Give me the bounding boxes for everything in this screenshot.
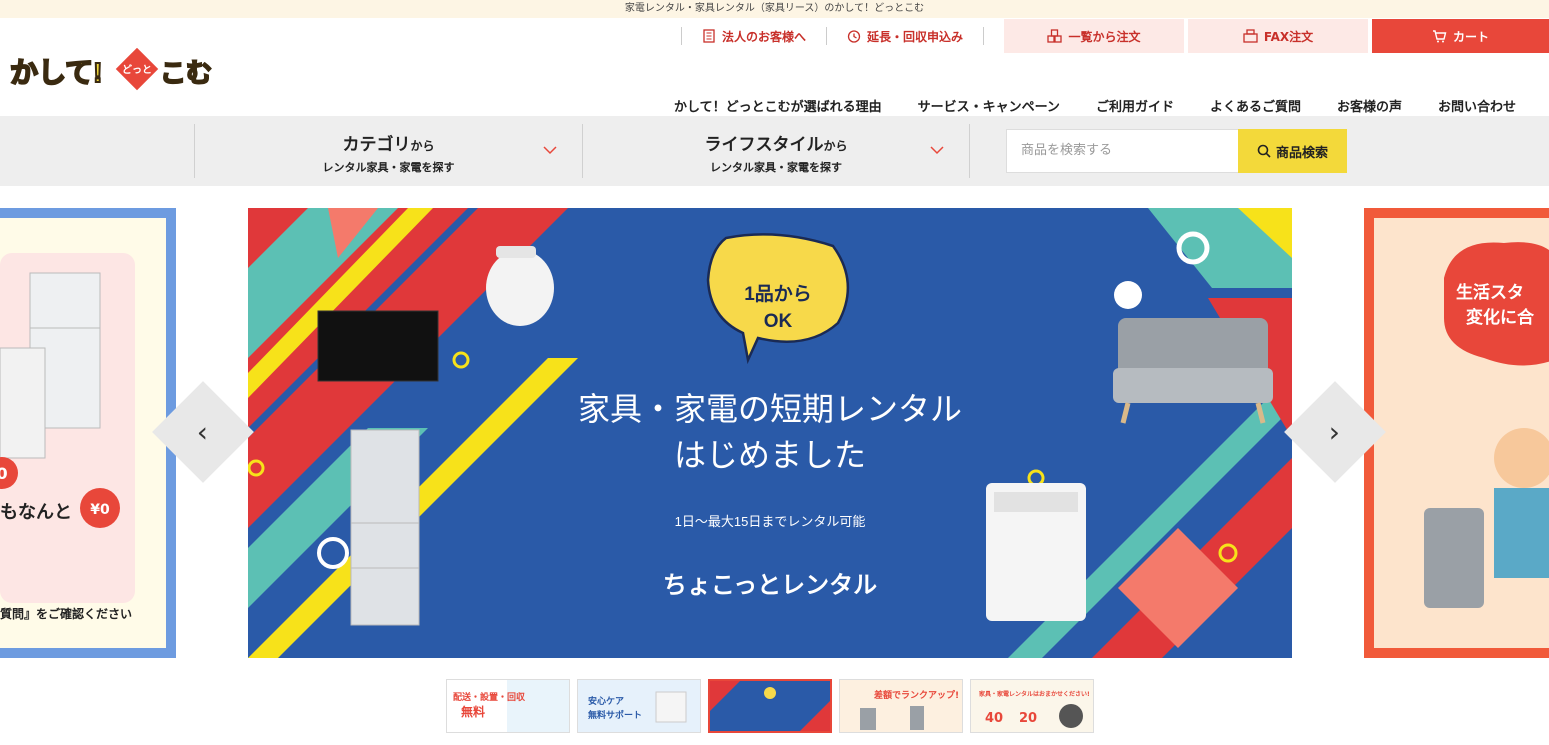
carousel-slide-prev[interactable]: 0 もなんと ¥0 質問』をご確認ください bbox=[0, 208, 176, 658]
utility-nav: 法人のお客様へ 延長・回収申込み 一覧から注文 FAX注文 カート bbox=[680, 18, 1549, 54]
next-slide-art: 生活スタ 変化に合 bbox=[1374, 218, 1549, 648]
thumbnail-5-text-1: 家具・家電レンタルはおまかせください! bbox=[979, 690, 1090, 698]
prev-slide-art: 0 もなんと ¥0 質問』をご確認ください bbox=[0, 253, 135, 621]
next-slide-text-1: 生活スタ bbox=[1456, 282, 1524, 302]
util-divider bbox=[983, 27, 1000, 45]
search-bar: カテゴリから レンタル家具・家電を探す ライフスタイルから レンタル家具・家電を… bbox=[0, 116, 1549, 186]
thumbnail-2[interactable]: 安心ケア無料サポート bbox=[577, 679, 701, 733]
clock-icon bbox=[847, 30, 861, 43]
nav-faq[interactable]: よくあるご質問 bbox=[1210, 96, 1301, 115]
carousel-slide-next[interactable]: 生活スタ 変化に合 bbox=[1364, 208, 1549, 658]
hero-carousel: 0 もなんと ¥0 質問』をご確認ください bbox=[0, 186, 1549, 661]
nav-reasons[interactable]: かして！どっとこむが選ばれる理由 bbox=[674, 96, 882, 115]
list-order-button[interactable]: 一覧から注文 bbox=[1004, 19, 1184, 53]
nav-voice[interactable]: お客様の声 bbox=[1337, 96, 1402, 115]
search-input[interactable]: 商品を検索する bbox=[1006, 129, 1239, 173]
corporate-link-label: 法人のお客様へ bbox=[721, 29, 806, 44]
banner-headline-2: はじめました bbox=[674, 437, 866, 473]
chevron-left-icon: ‹ bbox=[197, 415, 209, 449]
next-slide-text-2: 変化に合 bbox=[1466, 307, 1535, 327]
thumbnail-2-text-1: 安心ケア bbox=[588, 695, 624, 707]
thumbnail-1[interactable]: 配送・設置・回収 無料 bbox=[446, 679, 570, 733]
prev-price-badge: 0 bbox=[0, 464, 8, 483]
lifestyle-selector[interactable]: ライフスタイルから レンタル家具・家電を探す bbox=[582, 124, 970, 178]
thumbnail-5-text-3: 20 bbox=[1019, 711, 1037, 726]
main-banner-art: 1品から OK 家具・家電の短期レンタル はじめました 1日〜最大15日までレン… bbox=[248, 208, 1292, 658]
carousel-thumbnails: 配送・設置・回収 無料 安心ケア無料サポート 差額でランクアップ! 家具・家電レン… bbox=[446, 679, 1094, 733]
thumbnail-3-active[interactable] bbox=[708, 679, 832, 733]
category-selector[interactable]: カテゴリから レンタル家具・家電を探す bbox=[194, 124, 582, 178]
global-nav: かして！どっとこむが選ばれる理由 サービス・キャンペーン ご利用ガイド よくある… bbox=[674, 96, 1516, 115]
category-sub: レンタル家具・家電を探す bbox=[322, 161, 455, 174]
thumbnail-2-text-2: 無料サポート bbox=[588, 709, 642, 721]
carousel-slide-main[interactable]: 1品から OK 家具・家電の短期レンタル はじめました 1日〜最大15日までレン… bbox=[248, 208, 1292, 658]
thumbnail-4[interactable]: 差額でランクアップ! bbox=[839, 679, 963, 733]
thumbnail-5-art: 家具・家電レンタルはおまかせください! 40 20 bbox=[971, 680, 1093, 732]
thumbnail-1-text-2: 無料 bbox=[461, 704, 485, 719]
banner-brand: ちょこっとレンタル bbox=[663, 572, 877, 599]
fax-order-button[interactable]: FAX注文 bbox=[1188, 19, 1368, 53]
corporate-link[interactable]: 法人のお客様へ bbox=[680, 27, 826, 45]
extension-link-label: 延長・回収申込み bbox=[866, 29, 963, 44]
thumbnail-2-art: 安心ケア無料サポート bbox=[578, 680, 700, 732]
chevron-down-icon bbox=[543, 146, 557, 155]
thumbnail-4-art: 差額でランクアップ! bbox=[840, 680, 962, 732]
banner-bubble-line1: 1品から bbox=[744, 283, 812, 305]
site-header: かして! どっと こむ 法人のお客様へ 延長・回収申込み 一覧から注文 FAX注… bbox=[0, 18, 1549, 116]
chevron-down-icon bbox=[930, 146, 944, 155]
banner-sub: 1日〜最大15日までレンタル可能 bbox=[675, 514, 866, 529]
building-icon bbox=[703, 29, 715, 43]
search-button-label: 商品検索 bbox=[1275, 145, 1328, 161]
thumbnail-5[interactable]: 家具・家電レンタルはおまかせください! 40 20 bbox=[970, 679, 1094, 733]
chevron-right-icon: › bbox=[1329, 415, 1341, 449]
logo-text-end: こむ bbox=[160, 58, 212, 88]
thumbnail-4-text: 差額でランクアップ! bbox=[874, 689, 959, 701]
prev-price-badge-2: ¥0 bbox=[90, 502, 110, 518]
banner-bubble-line2: OK bbox=[764, 311, 793, 332]
thumbnail-3-art bbox=[710, 681, 830, 731]
thumbnail-1-text-1: 配送・設置・回収 bbox=[453, 691, 526, 703]
banner-headline-1: 家具・家電の短期レンタル bbox=[578, 391, 962, 427]
site-logo[interactable]: かして! どっと こむ bbox=[10, 48, 220, 92]
fax-order-label: FAX注文 bbox=[1263, 29, 1314, 44]
extension-link[interactable]: 延長・回収申込み bbox=[825, 27, 983, 45]
lifestyle-title: ライフスタイルから bbox=[704, 135, 848, 155]
prev-slide-footer: 質問』をご確認ください bbox=[0, 606, 132, 621]
cart-button[interactable]: カート bbox=[1372, 19, 1549, 53]
lifestyle-sub: レンタル家具・家電を探す bbox=[710, 161, 842, 174]
cart-label: カート bbox=[1452, 29, 1489, 44]
thumbnail-1-art: 配送・設置・回収無料 bbox=[447, 680, 569, 732]
prev-slide-text: もなんと bbox=[0, 502, 72, 523]
list-order-label: 一覧から注文 bbox=[1068, 29, 1141, 44]
nav-contact[interactable]: お問い合わせ bbox=[1438, 96, 1516, 115]
boxes-icon bbox=[1047, 28, 1063, 43]
logo-text-mid: どっと bbox=[122, 63, 152, 76]
fax-icon bbox=[1243, 28, 1258, 43]
top-announcement: 家電レンタル・家具レンタル（家具リース）のかして！どっとこむ bbox=[0, 0, 1549, 18]
search-button[interactable]: 商品検索 bbox=[1238, 129, 1347, 173]
category-title: カテゴリから bbox=[342, 135, 435, 155]
cart-icon bbox=[1432, 29, 1447, 42]
thumbnail-5-text-2: 40 bbox=[985, 711, 1003, 726]
logo-text-main: かして! bbox=[10, 57, 103, 88]
nav-guide[interactable]: ご利用ガイド bbox=[1096, 96, 1174, 115]
nav-service[interactable]: サービス・キャンペーン bbox=[918, 96, 1060, 115]
search-icon bbox=[1257, 144, 1271, 158]
